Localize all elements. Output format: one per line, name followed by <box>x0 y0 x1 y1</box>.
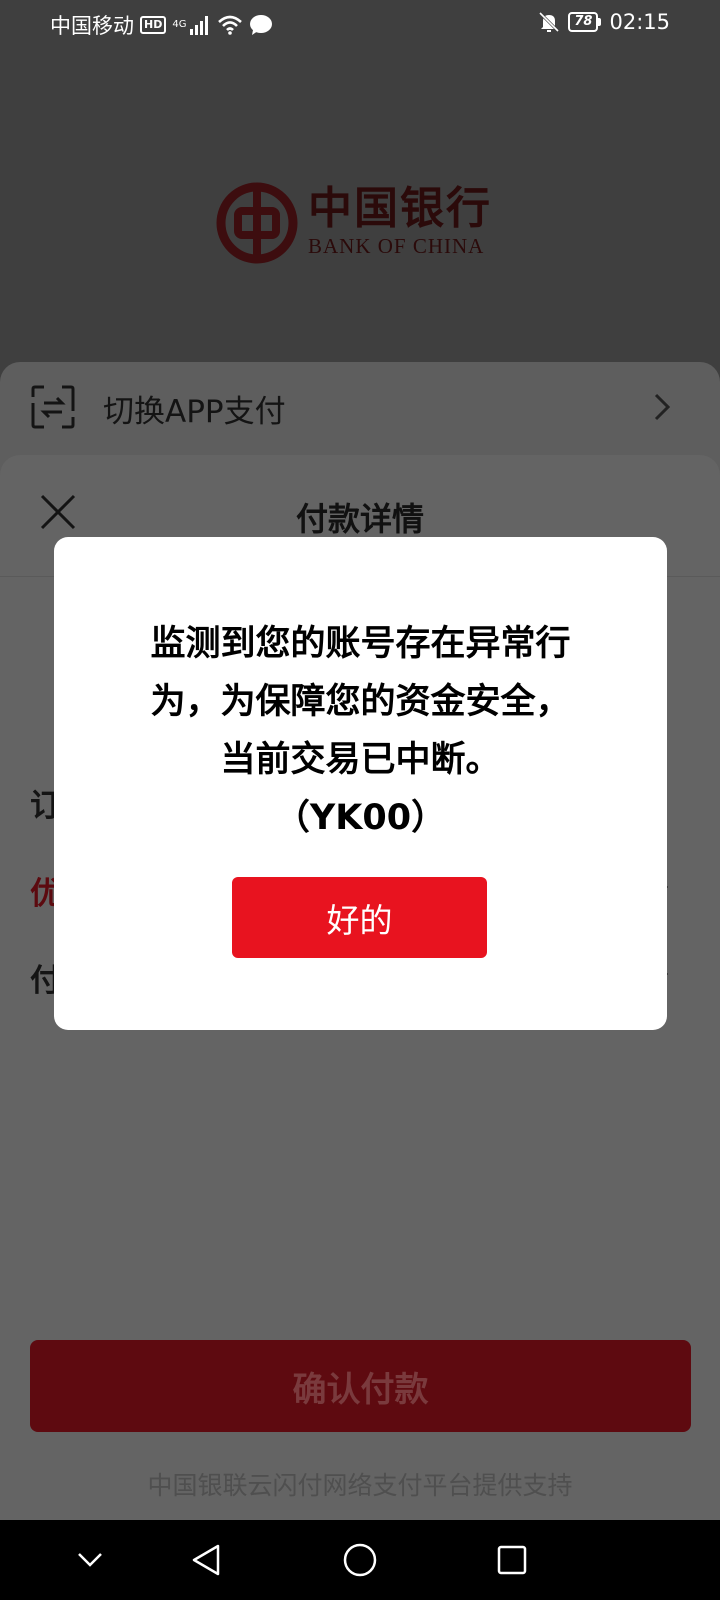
bank-of-china-emblem-icon <box>216 182 298 264</box>
bank-name: 中国银行 BANK OF CHINA <box>308 183 492 259</box>
dialog-message-line: 为，为保障您的资金安全， <box>150 682 571 722</box>
ok-button[interactable]: 好的 <box>232 877 487 958</box>
wifi-icon <box>218 15 243 35</box>
bank-name-en: BANK OF CHINA <box>308 234 485 258</box>
powered-by-footer: 中国银联云闪付网络支付平台提供支持 <box>147 1471 573 1500</box>
confirm-payment-button[interactable]: 确认付款 <box>30 1340 691 1432</box>
bank-name-cn: 中国银行 <box>308 183 492 234</box>
bank-logo: 中国银行 BANK OF CHINA <box>216 180 496 270</box>
network-type-label: 4G <box>172 19 187 30</box>
navigation-bar <box>0 1520 720 1600</box>
signal-icon <box>190 16 209 35</box>
dialog-error-code: （YK00） <box>274 798 447 838</box>
dialog-message: 监测到您的账号存在异常行 为，为保障您的资金安全， 当前交易已中断。 （YK00… <box>94 615 627 847</box>
status-bar: 中国移动 HD 4G 78 02:15 <box>0 0 720 50</box>
clock-label: 02:15 <box>609 10 670 34</box>
dialog-message-line: 当前交易已中断。 <box>220 740 501 780</box>
collapse-icon[interactable] <box>70 1540 110 1580</box>
message-icon <box>250 15 273 35</box>
carrier-label: 中国移动 <box>50 14 134 38</box>
bell-off-icon <box>539 11 560 33</box>
recents-icon[interactable] <box>492 1540 532 1580</box>
sheet-title: 付款详情 <box>295 500 424 538</box>
alert-dialog: 监测到您的账号存在异常行 为，为保障您的资金安全， 当前交易已中断。 （YK00… <box>54 537 667 1030</box>
switch-app-label[interactable]: 切换APP支付 <box>103 386 286 431</box>
hd-icon: HD <box>140 16 167 34</box>
battery-icon: 78 <box>568 12 602 32</box>
status-right: 78 02:15 <box>538 10 670 34</box>
back-icon[interactable] <box>186 1540 226 1580</box>
dialog-message-line: 监测到您的账号存在异常行 <box>150 624 571 664</box>
chevron-right-icon <box>654 393 670 421</box>
status-left: 中国移动 HD 4G <box>50 10 273 40</box>
battery-level: 78 <box>568 12 599 32</box>
switch-icon <box>31 385 75 429</box>
home-icon[interactable] <box>340 1540 380 1580</box>
